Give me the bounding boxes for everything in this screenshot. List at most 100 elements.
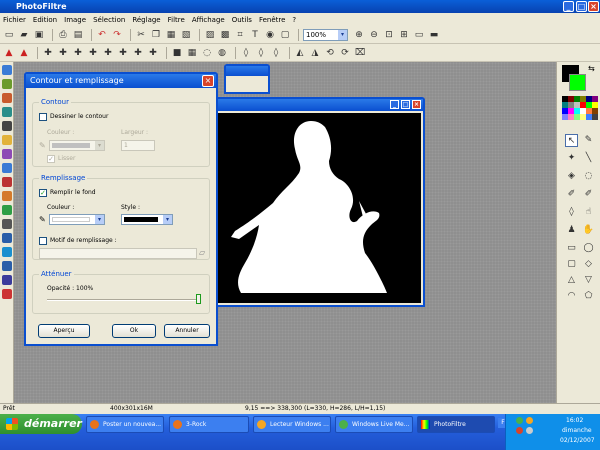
triangle-icon[interactable]: △ — [565, 274, 578, 287]
maximize-icon[interactable]: □ — [401, 100, 410, 109]
menu-fenetre[interactable]: Fenêtre — [259, 16, 285, 24]
canvas-size-icon[interactable]: ▩ — [219, 29, 231, 41]
zoom-in-icon[interactable]: ⊕ — [353, 29, 365, 41]
filter-icon[interactable] — [1, 135, 12, 145]
rounded-rect-icon[interactable]: ▢ — [565, 258, 578, 271]
doc-window-back[interactable] — [224, 64, 270, 94]
zoom-select[interactable]: 100% ▾ — [303, 28, 348, 41]
blur-icon[interactable]: ◌ — [201, 47, 213, 59]
task-poster[interactable]: Poster un nouvea... — [86, 416, 164, 433]
task-photofiltre[interactable]: PhotoFiltre — [417, 416, 495, 433]
gamma-down-icon[interactable]: ✚ — [147, 47, 159, 59]
drop-icon[interactable]: ◊ — [240, 47, 252, 59]
flip-h-icon[interactable]: ◭ — [294, 47, 306, 59]
task-live-messenger[interactable]: Windows Live Me... — [335, 416, 413, 433]
crop-icon[interactable]: ⌗ — [234, 29, 246, 41]
fit-window-icon[interactable]: ⊞ — [398, 29, 410, 41]
eyedropper-icon[interactable]: ✎ — [39, 215, 46, 224]
menu-image[interactable]: Image — [64, 16, 86, 24]
minimize-button[interactable]: _ — [563, 1, 574, 12]
frame-icon[interactable]: ▢ — [279, 29, 291, 41]
cut-icon[interactable]: ✂ — [135, 29, 147, 41]
tray-icon[interactable] — [526, 427, 533, 434]
image-size-icon[interactable]: ▨ — [204, 29, 216, 41]
task-3-rock[interactable]: 3-Rock — [169, 416, 249, 433]
menu-edition[interactable]: Edition — [33, 16, 57, 24]
menu-filtre[interactable]: Filtre — [168, 16, 185, 24]
opacity-slider-track[interactable] — [47, 299, 199, 301]
fullscreen-icon[interactable]: ▭ — [413, 29, 425, 41]
copy-icon[interactable]: ❐ — [150, 29, 162, 41]
color-palette[interactable] — [562, 96, 598, 120]
doc-window[interactable]: 3 _ □ × — [207, 97, 425, 307]
blur-tool-icon[interactable]: ◊ — [565, 206, 578, 219]
drop3-icon[interactable]: ◊ — [270, 47, 282, 59]
filter-icon[interactable] — [1, 247, 12, 257]
rectangle-icon[interactable]: ▭ — [565, 242, 578, 255]
diamond-icon[interactable]: ◇ — [582, 258, 595, 271]
start-button[interactable]: démarrer — [0, 414, 82, 434]
menu-help[interactable]: ? — [292, 16, 296, 24]
filter-icon[interactable] — [1, 107, 12, 117]
filter-icon[interactable] — [1, 191, 12, 201]
ok-button[interactable]: Ok — [112, 324, 156, 338]
auto-level-icon[interactable]: ▲ — [3, 47, 15, 59]
select-arrow-icon[interactable]: ↖ — [565, 134, 578, 147]
fill-style-select[interactable]: ▾ — [121, 214, 173, 225]
flip-v-icon[interactable]: ◮ — [309, 47, 321, 59]
filter-icon[interactable] — [1, 149, 12, 159]
menu-affichage[interactable]: Affichage — [192, 16, 225, 24]
contrast-down-icon[interactable]: ✚ — [87, 47, 99, 59]
filter-icon[interactable] — [1, 93, 12, 103]
minimize-icon[interactable]: _ — [390, 100, 399, 109]
gamma-up-icon[interactable]: ✚ — [132, 47, 144, 59]
scroll-icon[interactable]: ✋ — [582, 224, 595, 237]
filter-icon[interactable] — [1, 163, 12, 173]
brightness-up-icon[interactable]: ✚ — [42, 47, 54, 59]
magic-wand-icon[interactable]: ✦ — [565, 152, 578, 165]
advanced-brush-icon[interactable]: ✐ — [582, 188, 595, 201]
auto-contrast-icon[interactable]: ▲ — [18, 47, 30, 59]
swap-colors-icon[interactable]: ⇆ — [588, 64, 595, 73]
zoom-out-icon[interactable]: ⊖ — [368, 29, 380, 41]
rotate-left-icon[interactable]: ⟲ — [324, 47, 336, 59]
menu-selection[interactable]: Sélection — [93, 16, 125, 24]
triangle-down-icon[interactable]: ▽ — [582, 274, 595, 287]
filter-icon[interactable] — [1, 79, 12, 89]
fill-color-select[interactable]: ▾ — [49, 214, 105, 225]
brush-icon[interactable]: ✐ — [565, 188, 578, 201]
tray-icon[interactable] — [516, 417, 523, 424]
menu-fichier[interactable]: Fichier — [3, 16, 26, 24]
filter-icon[interactable] — [1, 233, 12, 243]
line-tool-icon[interactable]: ╲ — [582, 152, 595, 165]
lasso-icon[interactable]: ◠ — [565, 290, 578, 303]
tray-icon[interactable] — [526, 417, 533, 424]
close-button[interactable]: × — [588, 1, 599, 12]
grayscale-icon[interactable]: ■ — [171, 47, 183, 59]
finger-icon[interactable]: ☝ — [582, 206, 595, 219]
maximize-button[interactable]: □ — [576, 1, 587, 12]
save-icon[interactable]: ▣ — [33, 29, 45, 41]
new-icon[interactable]: ▭ — [3, 29, 15, 41]
palette-icon[interactable]: ◉ — [264, 29, 276, 41]
menu-outils[interactable]: Outils — [232, 16, 252, 24]
filter-icon[interactable] — [1, 121, 12, 131]
filter-icon[interactable] — [1, 219, 12, 229]
open-icon[interactable]: ▰ — [18, 29, 30, 41]
close-icon[interactable]: × — [412, 100, 421, 109]
tray-icon[interactable] — [516, 427, 523, 434]
scan-icon[interactable]: ▤ — [72, 29, 84, 41]
sepia-icon[interactable]: ▦ — [186, 47, 198, 59]
text-icon[interactable]: T — [249, 29, 261, 41]
pattern-checkbox[interactable] — [39, 237, 47, 245]
background-color-swatch[interactable] — [569, 74, 586, 91]
screen-icon[interactable]: ▬ — [428, 29, 440, 41]
print-icon[interactable]: ⎙ — [57, 29, 69, 41]
dialog-close-button[interactable]: × — [202, 75, 214, 87]
preview-button[interactable]: Aperçu — [38, 324, 90, 338]
ellipse-icon[interactable]: ◯ — [582, 242, 595, 255]
rotate-right-icon[interactable]: ⟳ — [339, 47, 351, 59]
image-canvas[interactable] — [211, 113, 421, 303]
opacity-slider-thumb[interactable] — [196, 294, 201, 304]
eyedropper-tool-icon[interactable]: ✎ — [582, 134, 595, 147]
